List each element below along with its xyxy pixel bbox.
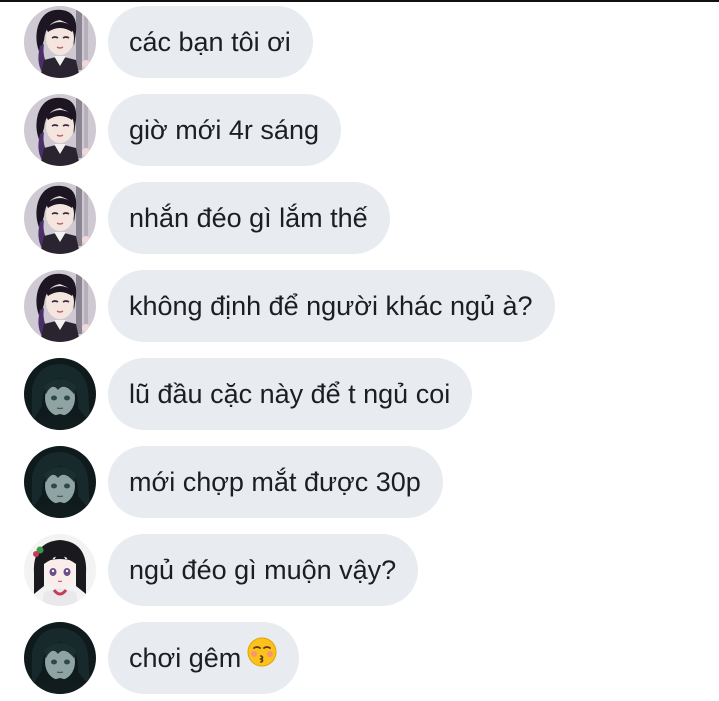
message-row: chơi gêm (0, 622, 719, 694)
message-bubble[interactable]: ngủ đéo gì muộn vậy? (108, 534, 419, 606)
kissing-face-emoji (247, 622, 277, 694)
message-row: mới chợp mắt được 30p (0, 446, 719, 518)
avatar-image (24, 358, 96, 430)
message-text: không định để người khác ngủ à? (129, 291, 533, 321)
avatar-image (24, 270, 96, 342)
message-row: không định để người khác ngủ à? (0, 270, 719, 342)
message-row: giờ mới 4r sáng (0, 94, 719, 166)
message-bubble[interactable]: mới chợp mắt được 30p (108, 446, 443, 518)
message-text: chơi gêm (129, 643, 242, 673)
avatar-image (24, 534, 96, 606)
message-text: ngủ đéo gì muộn vậy? (129, 555, 397, 585)
avatar-image (24, 182, 96, 254)
message-bubble[interactable]: giờ mới 4r sáng (108, 94, 341, 166)
message-row: nhắn đéo gì lắm thế (0, 182, 719, 254)
message-row: lũ đầu cặc này để t ngủ coi (0, 358, 719, 430)
message-text: giờ mới 4r sáng (129, 115, 319, 145)
message-row: các bạn tôi ơi (0, 6, 719, 78)
avatar-image (24, 6, 96, 78)
message-row: ngủ đéo gì muộn vậy? (0, 534, 719, 606)
message-bubble[interactable]: lũ đầu cặc này để t ngủ coi (108, 358, 473, 430)
avatar-purple-hair[interactable] (24, 6, 96, 78)
avatar-image (24, 622, 96, 694)
avatar-dark-teal-hair[interactable] (24, 358, 96, 430)
message-text: nhắn đéo gì lắm thế (129, 203, 368, 233)
avatar-purple-hair[interactable] (24, 182, 96, 254)
message-text: mới chợp mắt được 30p (129, 467, 421, 497)
message-bubble[interactable]: không định để người khác ngủ à? (108, 270, 555, 342)
avatar-dark-teal-hair[interactable] (24, 622, 96, 694)
top-divider (0, 0, 719, 2)
avatar-dark-teal-hair[interactable] (24, 446, 96, 518)
avatar-black-hair-girl[interactable] (24, 534, 96, 606)
avatar-image (24, 446, 96, 518)
message-bubble[interactable]: nhắn đéo gì lắm thế (108, 182, 390, 254)
message-bubble[interactable]: các bạn tôi ơi (108, 6, 313, 78)
message-text: lũ đầu cặc này để t ngủ coi (129, 379, 451, 409)
avatar-purple-hair[interactable] (24, 94, 96, 166)
message-bubble[interactable]: chơi gêm (108, 622, 300, 694)
avatar-image (24, 94, 96, 166)
message-text: các bạn tôi ơi (129, 27, 291, 57)
avatar-purple-hair[interactable] (24, 270, 96, 342)
